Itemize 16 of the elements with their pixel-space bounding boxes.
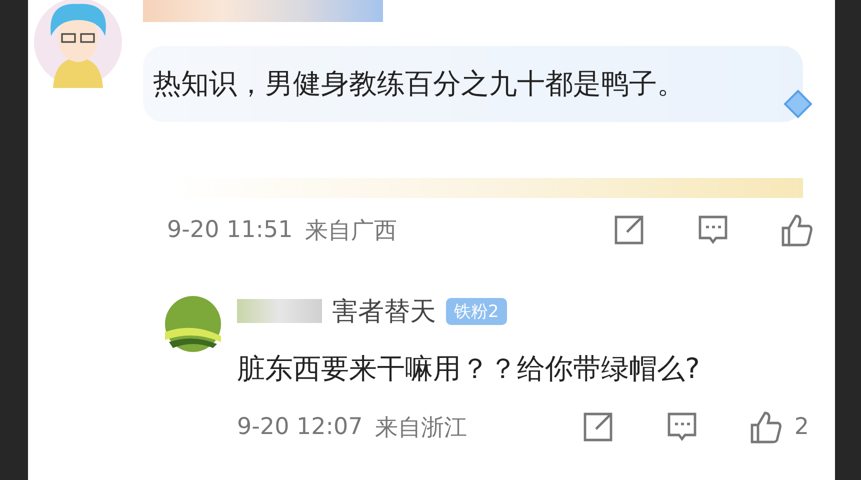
like-count: 2 — [794, 414, 809, 440]
reply-text: 脏东西要来干嘛用？？给你带绿帽么? — [237, 351, 701, 387]
share-icon[interactable] — [582, 410, 614, 444]
reply-time: 9-20 12:07 — [237, 414, 363, 440]
avatar-icon — [33, 0, 123, 88]
share-icon[interactable] — [613, 213, 645, 247]
diamond-icon — [783, 89, 813, 119]
comment-location: 来自广西 — [304, 216, 397, 246]
username: 害者替天 — [332, 296, 436, 328]
avatar-icon — [165, 296, 221, 352]
comment-time: 9-20 11:51 — [167, 217, 293, 243]
reply-location: 来自浙江 — [374, 414, 467, 442]
like-icon[interactable] — [750, 410, 782, 444]
like-icon[interactable] — [781, 213, 813, 247]
fan-badge: 铁粉2 — [446, 298, 507, 324]
comment-text: 热知识，男健身教练百分之九十都是鸭子。 — [153, 66, 685, 102]
